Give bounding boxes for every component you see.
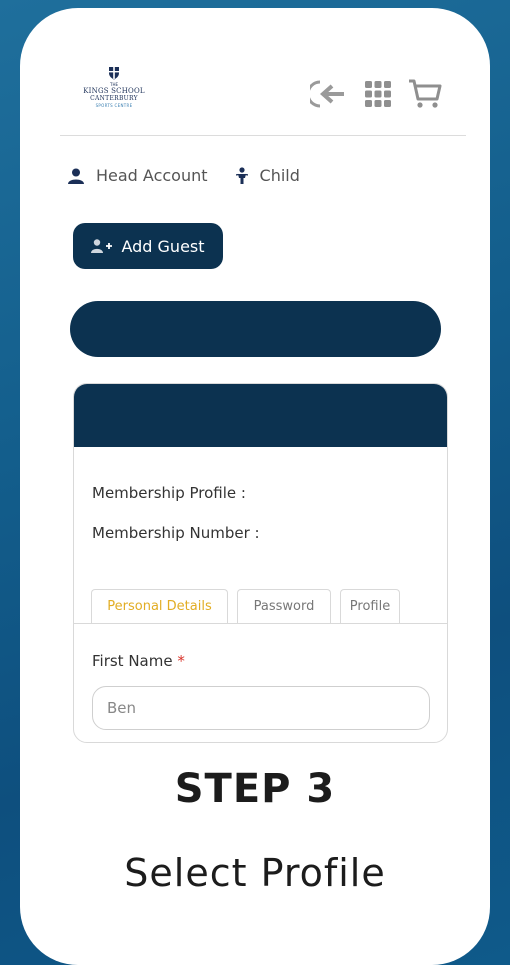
child-icon: [235, 166, 248, 184]
logout-arrow-icon[interactable]: [310, 79, 348, 109]
step-heading: STEP 3: [174, 766, 336, 812]
school-crest-icon: [109, 67, 119, 80]
child-tab[interactable]: Child: [235, 166, 300, 185]
first-name-label-text: First Name: [92, 652, 173, 670]
profile-tabs: Personal Details Password Profile: [91, 589, 400, 623]
account-tabs: Head Account Child: [68, 166, 328, 185]
add-person-icon: [91, 239, 113, 253]
phone-card: THE KINGS SCHOOL CANTERBURY SPORTS CENTR…: [20, 8, 490, 965]
person-icon: [68, 168, 84, 184]
first-name-field[interactable]: Ben: [92, 686, 430, 730]
head-account-tab[interactable]: Head Account: [68, 166, 208, 185]
profile-card: Membership Profile : Membership Number :…: [73, 383, 448, 743]
child-label: Child: [259, 166, 300, 185]
step-subtitle: Select Profile: [124, 851, 386, 895]
logo-line-2: KINGS SCHOOL: [83, 87, 145, 95]
add-guest-button[interactable]: Add Guest: [73, 223, 223, 269]
logo-line-4: SPORTS CENTRE: [95, 103, 133, 108]
head-account-label: Head Account: [96, 166, 208, 185]
membership-profile-label: Membership Profile :: [92, 484, 246, 502]
cart-icon[interactable]: [408, 78, 442, 110]
membership-number-label: Membership Number :: [92, 524, 260, 542]
profile-banner: [70, 301, 441, 357]
first-name-label: First Name *: [92, 652, 185, 670]
apps-grid-icon[interactable]: [364, 80, 392, 108]
header-icons: [310, 78, 442, 110]
first-name-value: Ben: [107, 699, 137, 717]
profile-card-header: [74, 384, 447, 447]
school-logo[interactable]: THE KINGS SCHOOL CANTERBURY SPORTS CENTR…: [78, 66, 150, 109]
required-mark: *: [177, 652, 185, 670]
tabs-divider: [74, 623, 447, 624]
add-guest-label: Add Guest: [121, 236, 205, 256]
header-divider: [60, 135, 466, 136]
tab-profile[interactable]: Profile: [340, 589, 400, 623]
tab-password[interactable]: Password: [237, 589, 331, 623]
tab-personal-details[interactable]: Personal Details: [91, 589, 228, 623]
logo-line-3: CANTERBURY: [90, 95, 138, 102]
